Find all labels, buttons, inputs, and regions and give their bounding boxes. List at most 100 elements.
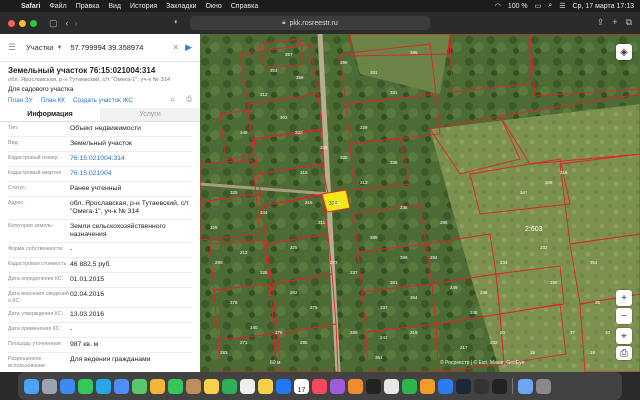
attribute-value: Ранее учтенный [70, 185, 122, 192]
parcel-number: 249 [450, 285, 458, 290]
trash-icon[interactable] [536, 378, 551, 394]
plan-zu-link[interactable]: План ЗУ [8, 97, 33, 104]
attribute-value: обл. Ярославская, р-н Тутаевский, с/т "О… [70, 200, 190, 215]
attribute-row: Разрешенное использование: Для ведения гр… [8, 353, 192, 372]
ruler-icon[interactable]: ⌖ [616, 328, 632, 344]
keynote-icon[interactable] [438, 378, 453, 394]
close-window-button[interactable] [8, 19, 15, 27]
clear-search-icon[interactable]: ✕ [172, 43, 179, 52]
photos2-icon[interactable] [384, 378, 399, 394]
photos-icon[interactable] [150, 378, 165, 394]
dock: 17 [18, 372, 622, 400]
parcel-number: 285 [300, 340, 308, 345]
music-icon[interactable] [312, 378, 327, 394]
print-map-icon[interactable]: ⎙ [616, 346, 632, 360]
zoom-window-button[interactable] [30, 19, 37, 27]
parcel-number: 20 [500, 330, 506, 335]
plan-kk-link[interactable]: План КК [41, 97, 65, 104]
sidebar-icon[interactable]: ▢ [49, 18, 58, 29]
zoom-out-button[interactable]: − [616, 308, 632, 324]
contacts-icon[interactable] [186, 378, 201, 394]
battery-label[interactable]: 100 % [508, 3, 528, 10]
tab-info[interactable]: Информация [0, 108, 100, 121]
podcasts-icon[interactable] [330, 378, 345, 394]
reminders-icon[interactable] [240, 378, 255, 394]
battery-icon[interactable]: ▭ [535, 2, 542, 10]
share-icon[interactable]: ⇪ [597, 17, 605, 28]
new-tab-icon[interactable]: + [612, 17, 617, 28]
attribute-link[interactable]: 76:15:021004 [70, 170, 192, 178]
pages-icon[interactable] [420, 378, 435, 394]
facetime-icon[interactable] [168, 378, 183, 394]
attribute-value: 13.03.2016 [70, 311, 105, 318]
create-parcel-link[interactable]: Создать участок ЖС [73, 97, 133, 104]
attribute-label: Статус: [8, 185, 27, 191]
menu-edit[interactable]: Правка [76, 3, 100, 10]
menu-help[interactable]: Справка [231, 3, 258, 10]
hamburger-menu-icon[interactable]: ☰ [8, 42, 20, 53]
search-layer-select[interactable]: Участки [26, 43, 54, 52]
control-center-icon[interactable]: ☰ [559, 2, 565, 10]
menu-app-name[interactable]: Safari [21, 3, 40, 10]
privacy-shield-icon[interactable]: ◐ [174, 17, 179, 26]
terminal-icon[interactable] [492, 378, 507, 394]
chevron-down-icon[interactable]: ▼ [57, 45, 63, 51]
clock[interactable]: Ср, 17 марта 17:13 [573, 3, 635, 10]
attribute-row: Площадь уточненная: 987 кв. м [8, 338, 192, 353]
steam-icon[interactable] [456, 378, 471, 394]
messages-icon[interactable] [78, 378, 93, 394]
bookmark-icon[interactable]: ⌑ [171, 96, 175, 104]
map-view[interactable]: 314 2:603 354 357 359 312 399 301 395 331 303 322… [200, 34, 640, 372]
tab-overview-icon[interactable]: ⧉ [626, 17, 632, 28]
numbers-icon[interactable] [402, 378, 417, 394]
back-icon[interactable]: ‹ [66, 18, 69, 28]
menu-history[interactable]: История [130, 3, 157, 10]
attribute-link[interactable]: 76:15:021004:314 [70, 155, 192, 163]
parcel-number: 218 [410, 330, 418, 335]
menu-window[interactable]: Окно [205, 3, 221, 10]
safari-icon[interactable] [60, 378, 75, 394]
attribute-row: Кадастровая стоимость: 46 882,5 руб. [8, 258, 192, 273]
mail-icon[interactable] [114, 378, 129, 394]
attribute-row: Вид: Земельный участок [8, 137, 192, 152]
calendar-icon[interactable]: 17 [294, 378, 309, 394]
search-input[interactable]: 57.799994 39.358974 [70, 43, 172, 52]
search-bar: ☰ Участки ▼ 57.799994 39.358974 ✕ ▶ [0, 34, 200, 62]
parcel-number: 15 [530, 350, 536, 355]
notes2-icon[interactable] [258, 378, 273, 394]
search-icon[interactable]: ⌕ [548, 2, 552, 10]
parcel-number: 354 [270, 68, 278, 73]
finder-icon[interactable] [24, 378, 39, 394]
notes-icon[interactable] [204, 378, 219, 394]
maps-icon[interactable] [132, 378, 147, 394]
zoom-in-button[interactable]: + [616, 290, 632, 306]
forward-icon[interactable]: › [75, 18, 78, 28]
evernote-icon[interactable] [222, 378, 237, 394]
monitor-icon[interactable] [474, 378, 489, 394]
layers-icon[interactable]: ◈ [616, 44, 632, 60]
url-text: pkk.rosreestr.ru [289, 19, 338, 27]
wifi-icon[interactable]: ◠ [495, 2, 501, 10]
address-bar[interactable]: 🔒︎ pkk.rosreestr.ru [190, 16, 430, 30]
tab-services[interactable]: Услуги [100, 108, 200, 121]
print-icon[interactable]: ⎙ [186, 96, 192, 104]
tv-icon[interactable] [366, 378, 381, 394]
launchpad-icon[interactable] [42, 378, 57, 394]
satellite-map[interactable]: 314 2:603 354 357 359 312 399 301 395 331 303 322… [200, 34, 640, 372]
menu-bookmarks[interactable]: Закладки [166, 3, 196, 10]
search-submit-icon[interactable]: ▶ [185, 42, 192, 53]
parcel-number: 329 [360, 125, 368, 130]
menu-file[interactable]: Файл [49, 3, 66, 10]
parcel-number: 234 [500, 260, 508, 265]
menu-view[interactable]: Вид [108, 3, 121, 10]
safari-toolbar: ▢ ‹ › ◐ 🔒︎ pkk.rosreestr.ru ⇪ + ⧉ [0, 12, 640, 34]
downloads-icon[interactable] [518, 378, 533, 394]
attribute-value: Земельный участок [70, 140, 132, 147]
dropbox-icon[interactable] [276, 378, 291, 394]
parcel-number: 351 [375, 355, 383, 360]
books-icon[interactable] [348, 378, 363, 394]
telegram-icon[interactable] [96, 378, 111, 394]
minimize-window-button[interactable] [19, 19, 26, 27]
attribute-label: Дата применения КС: [8, 326, 61, 332]
attribute-row: Дата внесения сведений о КС: 02.04.2016 [8, 288, 192, 308]
